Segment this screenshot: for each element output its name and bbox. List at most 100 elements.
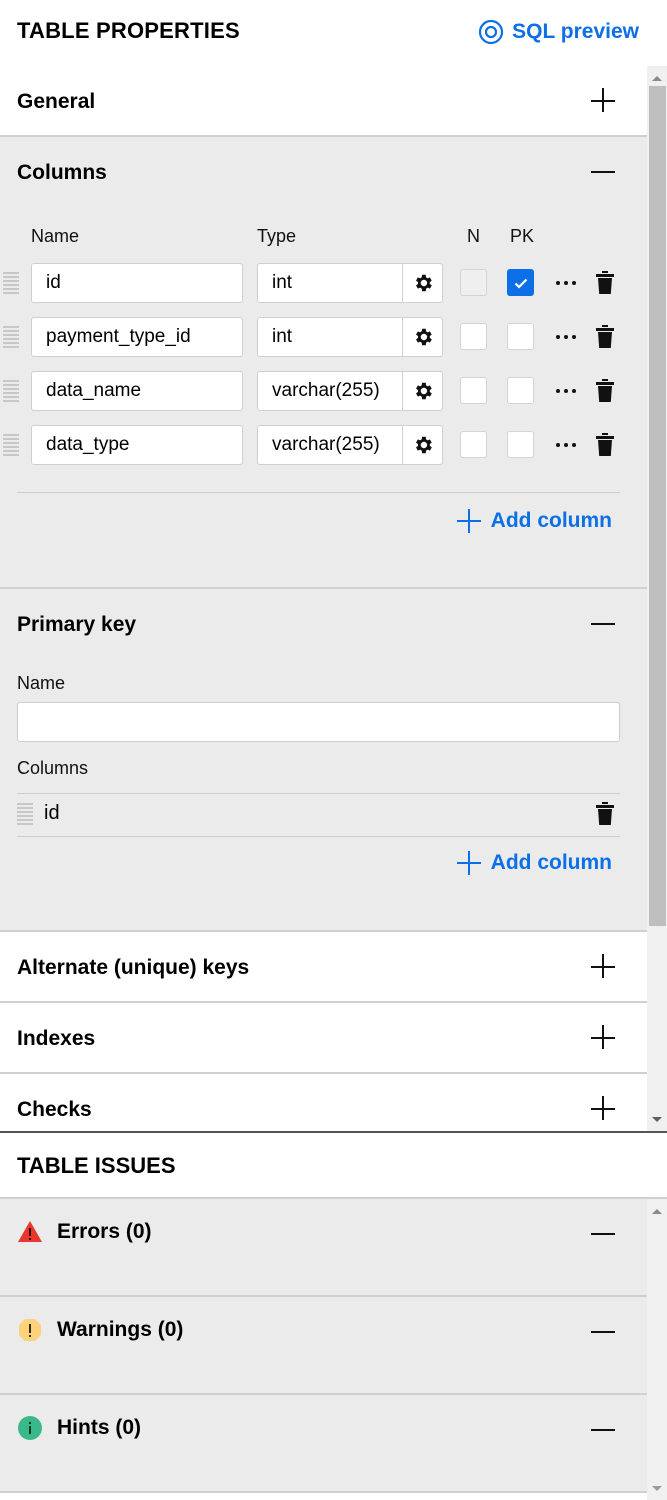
column-name-input[interactable]: payment_type_id xyxy=(31,317,243,357)
column-header-name: Name xyxy=(31,226,80,246)
column-header-type: Type xyxy=(257,226,297,246)
plus-icon xyxy=(456,851,481,875)
properties-content: General Columns Name Type N PK id int pa… xyxy=(0,66,647,1131)
info-circle-icon xyxy=(18,1416,42,1440)
plus-icon[interactable] xyxy=(591,954,617,980)
scroll-up-arrow-icon[interactable] xyxy=(647,1201,667,1221)
issue-errors: Errors (0) xyxy=(0,1199,647,1297)
minus-icon[interactable] xyxy=(591,1319,617,1345)
section-columns: Columns Name Type N PK id int payment_ty… xyxy=(0,137,647,589)
trash-icon[interactable] xyxy=(595,325,615,349)
plus-icon[interactable] xyxy=(591,88,617,114)
plus-icon[interactable] xyxy=(591,1025,617,1051)
plus-icon[interactable] xyxy=(591,1096,617,1122)
column-type-field[interactable]: int xyxy=(257,317,443,357)
column-type-value[interactable]: int xyxy=(258,318,403,356)
nullable-checkbox[interactable] xyxy=(460,323,487,350)
column-type-value[interactable]: varchar(255) xyxy=(258,372,403,410)
section-title: Primary key xyxy=(17,612,137,636)
pk-column-row: id xyxy=(17,794,620,836)
drag-handle-icon[interactable] xyxy=(17,803,33,825)
section-alternate-keys-header[interactable]: Alternate (unique) keys xyxy=(0,932,647,1003)
minus-icon[interactable] xyxy=(591,159,617,185)
section-title: Alternate (unique) keys xyxy=(17,955,250,979)
column-row: payment_type_id int xyxy=(0,317,647,359)
column-name-input[interactable]: data_name xyxy=(31,371,243,411)
issue-hints-header[interactable]: Hints (0) xyxy=(17,1415,141,1441)
issue-errors-header[interactable]: Errors (0) xyxy=(17,1219,152,1245)
minus-icon[interactable] xyxy=(591,1221,617,1247)
section-indexes: Indexes xyxy=(0,1003,647,1074)
more-options-icon[interactable] xyxy=(556,275,576,291)
minus-icon[interactable] xyxy=(591,611,617,637)
scroll-down-arrow-icon[interactable] xyxy=(647,1478,667,1498)
issue-label: Hints (0) xyxy=(57,1416,141,1439)
drag-handle-icon[interactable] xyxy=(3,326,19,348)
column-name-input[interactable]: data_type xyxy=(31,425,243,465)
section-title: General xyxy=(17,89,96,113)
pk-column-name: id xyxy=(44,802,60,824)
table-issues-header: TABLE ISSUES xyxy=(0,1131,667,1199)
column-type-field[interactable]: int xyxy=(257,263,443,303)
add-column-label: Add column xyxy=(490,509,612,532)
column-row: data_type varchar(255) xyxy=(0,425,647,467)
drag-handle-icon[interactable] xyxy=(3,434,19,456)
issues-scrollbar[interactable] xyxy=(647,1199,667,1500)
column-type-value[interactable]: int xyxy=(258,264,403,302)
section-checks-header[interactable]: Checks xyxy=(0,1074,647,1131)
eye-icon xyxy=(479,19,504,45)
column-row: id int xyxy=(0,263,647,305)
sql-preview-button[interactable]: SQL preview xyxy=(478,19,639,45)
section-primary-key-header[interactable]: Primary key xyxy=(0,589,647,660)
more-options-icon[interactable] xyxy=(556,329,576,345)
divider xyxy=(17,836,620,837)
section-alternate-keys: Alternate (unique) keys xyxy=(0,932,647,1003)
nullable-checkbox[interactable] xyxy=(460,377,487,404)
trash-icon[interactable] xyxy=(595,433,615,457)
divider xyxy=(17,492,620,493)
more-options-icon[interactable] xyxy=(556,383,576,399)
trash-icon[interactable] xyxy=(595,271,615,295)
scroll-up-arrow-icon[interactable] xyxy=(647,68,667,88)
gear-icon[interactable] xyxy=(403,372,442,410)
checkmark-icon xyxy=(514,278,527,289)
pk-checkbox[interactable] xyxy=(507,323,534,350)
column-type-value[interactable]: varchar(255) xyxy=(258,426,403,464)
section-indexes-header[interactable]: Indexes xyxy=(0,1003,647,1074)
gear-icon[interactable] xyxy=(403,318,442,356)
more-options-icon[interactable] xyxy=(556,437,576,453)
column-name-input[interactable]: id xyxy=(31,263,243,303)
column-header-pk: PK xyxy=(510,226,535,246)
section-general-header[interactable]: General xyxy=(0,66,647,137)
warning-octagon-icon xyxy=(19,1319,41,1341)
scrollbar-thumb[interactable] xyxy=(649,86,666,926)
pk-name-input[interactable] xyxy=(17,702,620,742)
nullable-checkbox[interactable] xyxy=(460,269,487,296)
section-primary-key: Primary key Name Columns id Add column xyxy=(0,589,647,932)
nullable-checkbox[interactable] xyxy=(460,431,487,458)
properties-scrollbar[interactable] xyxy=(647,66,667,1131)
issues-scroll-area: Errors (0) Warnings (0) Hints (0) xyxy=(0,1199,667,1500)
gear-icon[interactable] xyxy=(403,264,442,302)
issue-label: Errors (0) xyxy=(57,1220,152,1243)
pk-checkbox[interactable] xyxy=(507,377,534,404)
plus-icon xyxy=(456,509,481,533)
pk-checkbox[interactable] xyxy=(507,269,534,296)
trash-icon[interactable] xyxy=(595,802,615,826)
section-columns-header[interactable]: Columns xyxy=(0,137,647,208)
pk-checkbox[interactable] xyxy=(507,431,534,458)
gear-icon[interactable] xyxy=(403,426,442,464)
add-column-button[interactable]: Add column xyxy=(456,509,612,533)
issue-warnings-header[interactable]: Warnings (0) xyxy=(17,1317,183,1343)
minus-icon[interactable] xyxy=(591,1417,617,1443)
add-column-label: Add column xyxy=(490,851,612,874)
sql-preview-label: SQL preview xyxy=(512,20,639,43)
panel-title: TABLE PROPERTIES xyxy=(17,18,240,43)
drag-handle-icon[interactable] xyxy=(3,380,19,402)
drag-handle-icon[interactable] xyxy=(3,272,19,294)
column-type-field[interactable]: varchar(255) xyxy=(257,371,443,411)
trash-icon[interactable] xyxy=(595,379,615,403)
add-pk-column-button[interactable]: Add column xyxy=(456,851,612,875)
scroll-down-arrow-icon[interactable] xyxy=(647,1109,667,1129)
column-type-field[interactable]: varchar(255) xyxy=(257,425,443,465)
